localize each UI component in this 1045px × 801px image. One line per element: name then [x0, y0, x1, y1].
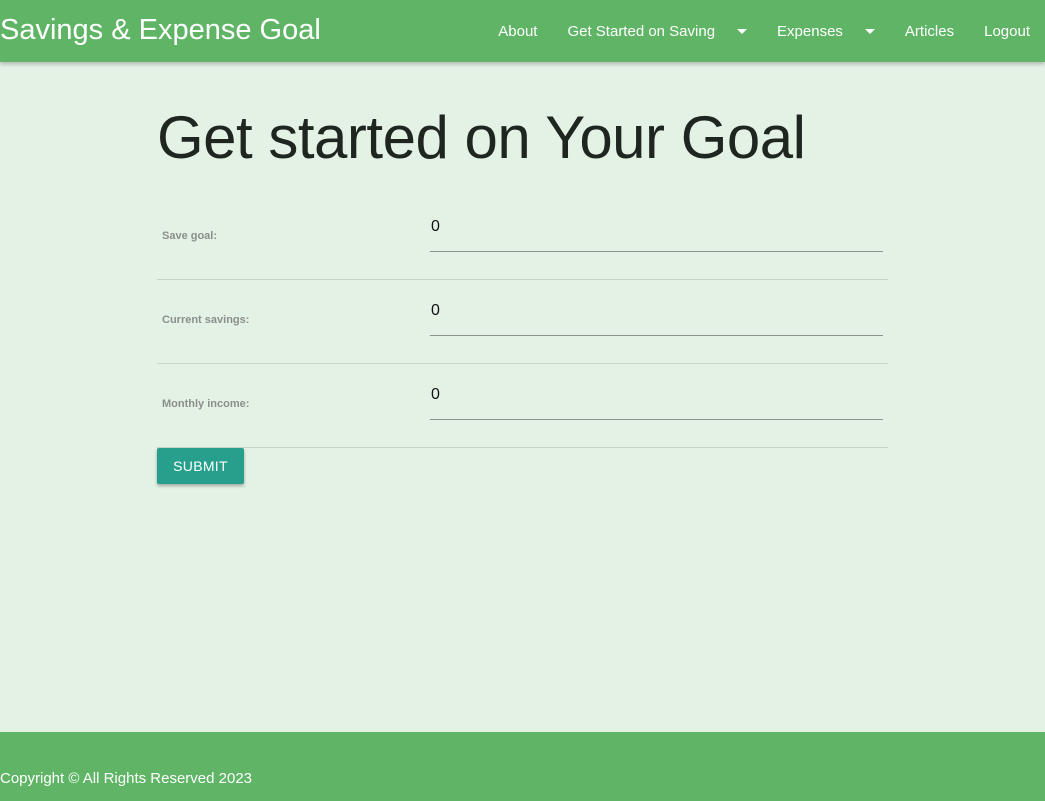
current-savings-input[interactable] [430, 296, 883, 320]
current-savings-field-wrapper [430, 296, 883, 336]
nav-articles-label: Articles [904, 22, 955, 40]
form-row-save-goal: Save goal: [157, 200, 888, 280]
nav-expenses-label: Expenses [777, 22, 843, 40]
caret-down-icon [737, 28, 748, 34]
current-savings-label: Current savings: [162, 314, 250, 326]
nav-logout[interactable]: Logout [969, 0, 1045, 62]
submit-button[interactable]: SUBMIT [157, 448, 244, 484]
copyright-text: Copyright © All Rights Reserved 2023 [0, 770, 253, 787]
top-navbar: Savings & Expense Goal About Get Started… [0, 0, 1045, 62]
monthly-income-field-wrapper [430, 380, 883, 420]
caret-down-icon [864, 28, 875, 34]
main-content: Get started on Your Goal Save goal: Curr… [157, 62, 888, 484]
nav-expenses-dropdown[interactable]: Expenses [762, 0, 890, 62]
nav-get-started-dropdown[interactable]: Get Started on Saving [552, 0, 762, 62]
save-goal-label: Save goal: [162, 230, 218, 242]
nav-about-label: About [498, 22, 538, 40]
form-row-monthly-income: Monthly income: [157, 364, 888, 448]
page-footer: Copyright © All Rights Reserved 2023 [0, 732, 1045, 801]
page-title: Get started on Your Goal [157, 104, 806, 171]
nav-get-started-label: Get Started on Saving [567, 22, 716, 40]
goal-form: Save goal: Current savings: Monthly inco… [157, 200, 888, 484]
monthly-income-label: Monthly income: [162, 398, 250, 410]
brand-title[interactable]: Savings & Expense Goal [0, 14, 321, 47]
nav-about[interactable]: About [483, 0, 552, 62]
nav-menu: About Get Started on Saving Expenses Art… [483, 0, 1045, 62]
nav-articles[interactable]: Articles [890, 0, 969, 62]
form-row-current-savings: Current savings: [157, 280, 888, 364]
nav-logout-label: Logout [984, 22, 1030, 40]
save-goal-field-wrapper [430, 212, 883, 252]
save-goal-input[interactable] [430, 212, 883, 236]
monthly-income-input[interactable] [430, 380, 883, 404]
